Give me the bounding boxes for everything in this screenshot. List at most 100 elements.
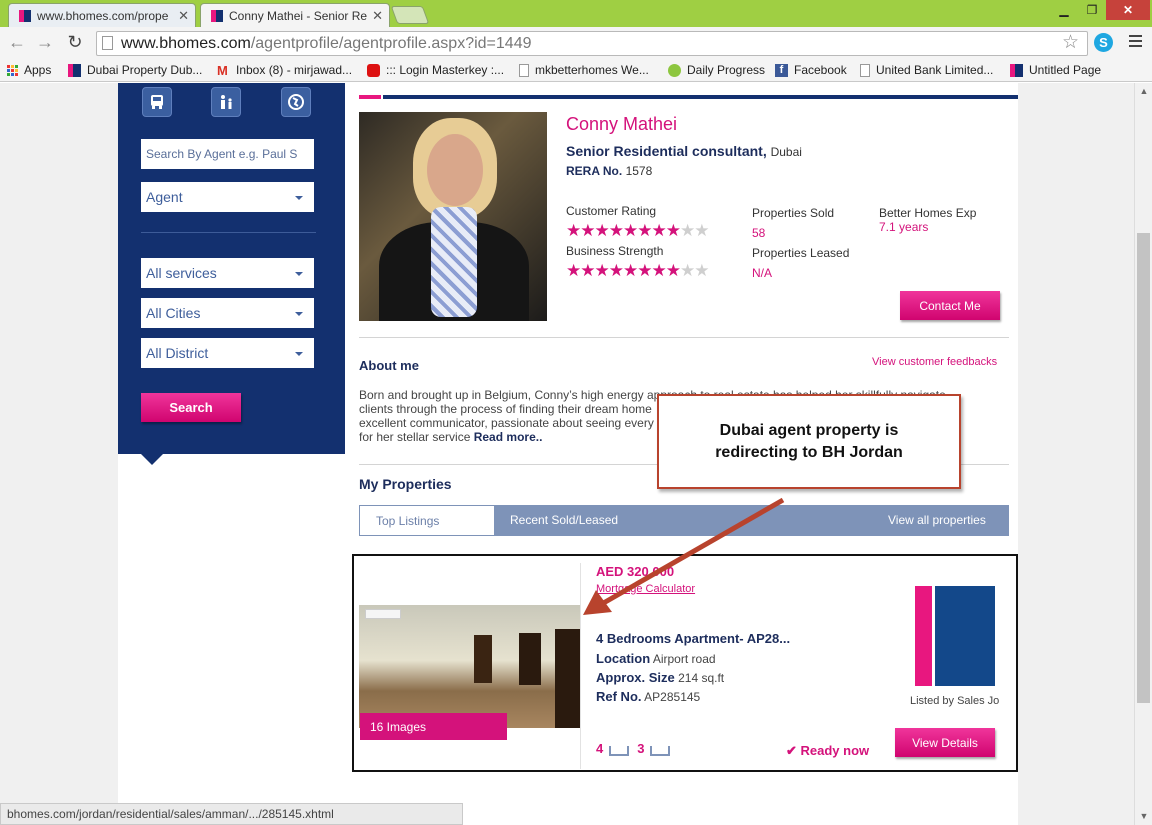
- star-icon: ★: [637, 221, 652, 240]
- bookmark-label: Untitled Page: [1029, 63, 1102, 77]
- agent-city: Dubai: [770, 145, 802, 159]
- property-image[interactable]: [359, 605, 580, 728]
- tab-title: www.bhomes.com/prope: [37, 8, 169, 23]
- star-icon: ★: [651, 221, 667, 240]
- header-accent-navy: [383, 95, 1018, 99]
- chevron-down-icon: [295, 196, 303, 200]
- contact-me-button[interactable]: Contact Me: [900, 291, 1000, 320]
- vertical-scrollbar[interactable]: ▲ ▼: [1134, 83, 1152, 825]
- transport-icon[interactable]: [142, 87, 172, 117]
- star-icon: ★: [694, 221, 709, 240]
- bookmark-label: United Bank Limited...: [876, 63, 994, 77]
- bookmark-label: Facebook: [794, 63, 847, 77]
- bookmark-dubai-property[interactable]: Dubai Property Dub...: [68, 63, 202, 77]
- page-icon: [519, 63, 529, 77]
- view-all-properties-link[interactable]: View all properties: [888, 513, 986, 527]
- image-count-badge[interactable]: 16 Images: [360, 713, 507, 740]
- bathrooms-count: 3: [637, 741, 645, 756]
- experience-label: Better Homes Exp: [879, 206, 977, 220]
- read-more-link[interactable]: Read more..: [474, 430, 543, 444]
- bookmark-label: Dubai Property Dub...: [87, 63, 203, 77]
- property-size: Approx. Size 214 sq.ft: [596, 670, 724, 685]
- size-value: 214 sq.ft: [678, 671, 725, 685]
- bedrooms-count: 4: [596, 741, 604, 756]
- bookmark-facebook[interactable]: f Facebook: [775, 63, 847, 77]
- bookmark-star-icon[interactable]: ☆: [1062, 31, 1079, 54]
- window-close-icon[interactable]: ✕: [1106, 0, 1150, 20]
- tab-recent-sold-leased[interactable]: Recent Sold/Leased: [510, 513, 618, 527]
- property-price: AED 320,000: [596, 564, 675, 579]
- services-select[interactable]: All services: [141, 258, 314, 288]
- globe-icon[interactable]: [281, 87, 311, 117]
- customer-feedbacks-link[interactable]: View customer feedbacks: [872, 356, 997, 368]
- search-button[interactable]: Search: [141, 393, 241, 422]
- agent-search-input[interactable]: Search By Agent e.g. Paul S: [141, 139, 314, 169]
- browser-tab-2[interactable]: Conny Mathei - Senior Re ✕: [200, 3, 390, 27]
- chevron-down-icon: [295, 272, 303, 276]
- browser-tab-1[interactable]: www.bhomes.com/prope ✕: [8, 3, 196, 27]
- bookmark-ubl[interactable]: United Bank Limited...: [860, 63, 993, 77]
- star-icon: ★: [594, 261, 610, 280]
- about-heading: About me: [359, 358, 419, 373]
- star-icon: ★: [623, 261, 638, 280]
- agent-name: Conny Mathei: [566, 114, 678, 134]
- star-icon: ★: [594, 221, 610, 240]
- new-tab-button[interactable]: [390, 6, 430, 24]
- star-icon: ★: [637, 261, 652, 280]
- district-select[interactable]: All District: [141, 338, 314, 368]
- back-arrow-icon[interactable]: ←: [6, 32, 28, 52]
- skype-icon[interactable]: S: [1094, 33, 1113, 52]
- address-bar[interactable]: www.bhomes.com/agentprofile/agentprofile…: [96, 31, 1088, 56]
- bed-icon: [609, 745, 630, 756]
- bookmark-daily-progress[interactable]: Daily Progress: [668, 63, 765, 77]
- annotation-callout: Dubai agent property is redirecting to B…: [657, 394, 961, 489]
- property-location: Location Airport road: [596, 651, 716, 666]
- sidebar-divider: [141, 232, 316, 233]
- properties-leased-label: Properties Leased: [752, 246, 850, 260]
- rera-value: 1578: [625, 164, 653, 178]
- reload-icon[interactable]: ↻: [64, 32, 86, 52]
- family-icon[interactable]: [211, 87, 241, 117]
- bookmark-mkbetterhomes[interactable]: mkbetterhomes We...: [519, 63, 649, 77]
- bookmark-inbox[interactable]: M Inbox (8) - mirjawad...: [217, 63, 352, 77]
- apps-grid-icon: [7, 64, 18, 76]
- star-icon: ★: [623, 221, 638, 240]
- bookmark-apps[interactable]: Apps: [7, 63, 51, 77]
- gmail-icon: M: [217, 62, 228, 78]
- cities-select[interactable]: All Cities: [141, 298, 314, 328]
- scrollbar-thumb[interactable]: [1137, 233, 1150, 703]
- minimize-icon[interactable]: ▁: [1050, 0, 1078, 20]
- scroll-down-icon[interactable]: ▼: [1135, 811, 1152, 821]
- agent-photo: [359, 112, 547, 321]
- type-select[interactable]: Agent: [141, 182, 314, 212]
- chrome-menu-icon[interactable]: [1129, 35, 1142, 50]
- bookmark-masterkey[interactable]: ::: Login Masterkey :...: [367, 63, 504, 77]
- select-value: All District: [146, 345, 209, 361]
- star-icon: ★: [608, 221, 624, 240]
- select-value: All Cities: [146, 305, 201, 321]
- tab-top-listings[interactable]: Top Listings: [359, 505, 495, 536]
- bookmark-untitled[interactable]: Untitled Page: [1010, 63, 1101, 77]
- scroll-up-icon[interactable]: ▲: [1135, 86, 1152, 96]
- bath-icon: [650, 745, 671, 756]
- select-value: All services: [146, 265, 217, 281]
- listed-by: Listed by Sales Jo: [910, 695, 1000, 707]
- cloud-icon: [668, 63, 681, 77]
- agency-logo-block: [935, 586, 995, 686]
- star-icon: ★: [680, 221, 695, 240]
- chevron-down-icon: [295, 312, 303, 316]
- ref-value: AP285145: [644, 690, 701, 704]
- bhomes-favicon: [1010, 63, 1023, 77]
- ref-label: Ref No.: [596, 689, 642, 704]
- properties-sold-label: Properties Sold: [752, 206, 835, 220]
- property-title[interactable]: 4 Bedrooms Apartment- AP28...: [596, 631, 790, 646]
- close-tab-icon[interactable]: ✕: [372, 8, 383, 24]
- mortgage-calculator-link[interactable]: Mortgage Calculator: [596, 583, 695, 595]
- view-details-button[interactable]: View Details: [895, 728, 995, 757]
- restore-icon[interactable]: ❐: [1078, 0, 1106, 20]
- close-tab-icon[interactable]: ✕: [178, 8, 189, 24]
- forward-arrow-icon[interactable]: →: [34, 32, 56, 52]
- star-icon: ★: [665, 261, 681, 280]
- about-line: for her stellar service: [359, 430, 471, 444]
- star-icon: ★: [580, 261, 595, 280]
